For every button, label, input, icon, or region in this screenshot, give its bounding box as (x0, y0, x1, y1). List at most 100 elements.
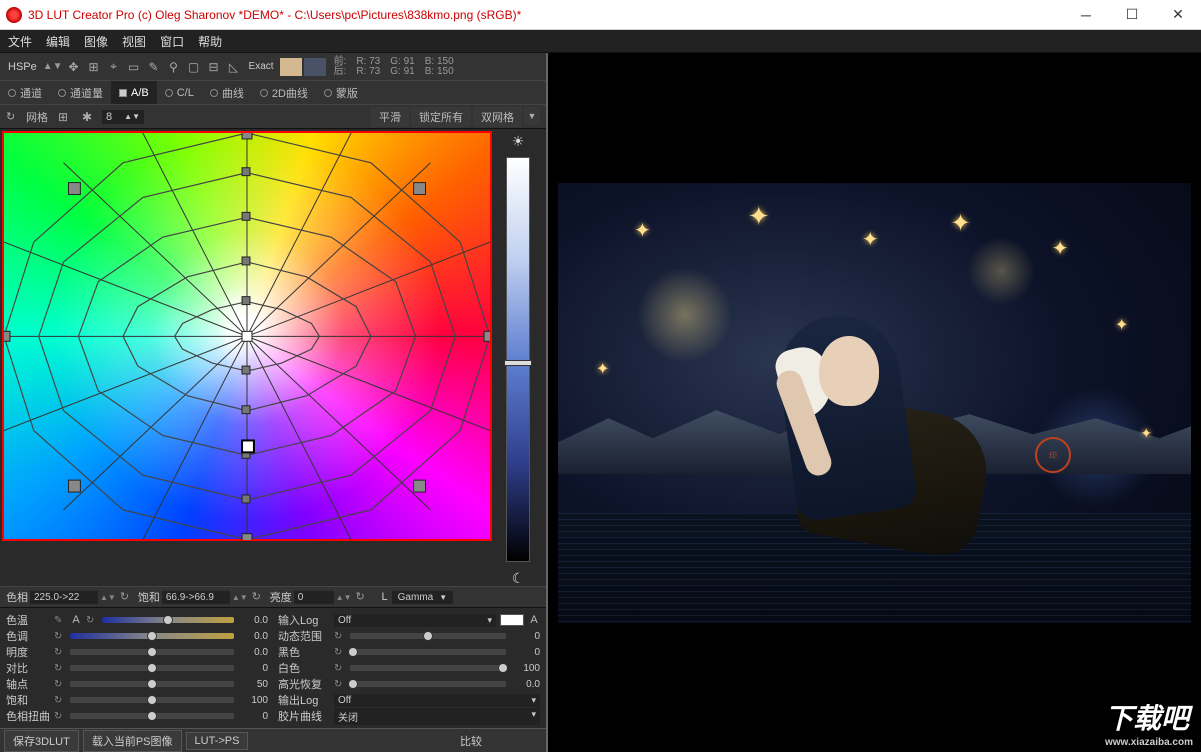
slider-label: 饱和 (6, 692, 50, 708)
status-row: 色相225.0->22▲▼ ↻ 饱和66.9->66.9▲▼ ↻ 亮度0▲▼ ↻… (0, 586, 546, 608)
slider-track[interactable] (70, 649, 234, 655)
grid-tool-icon[interactable]: ⊞ (85, 58, 103, 76)
eyedropper-icon[interactable]: ✎ (54, 615, 66, 626)
slider-row: 黑色↻0 (278, 644, 540, 660)
tab-curves[interactable]: 曲线 (202, 81, 252, 104)
reset-icon[interactable]: ↻ (86, 615, 98, 626)
dualgrid-button[interactable]: 双网格 (473, 107, 522, 127)
eyedropper-icon[interactable]: ✎ (145, 58, 163, 76)
grid-options: ↻ 网格 ⊞ ✱ 8▲▼ 平滑 锁定所有 双网格 ▼ (0, 105, 546, 129)
gamma-dropdown[interactable]: Gamma▼ (392, 591, 453, 604)
slider-dropdown[interactable]: Off▾ (334, 614, 496, 627)
exact-label[interactable]: Exact (245, 60, 278, 73)
hue-value[interactable]: 225.0->22 (30, 591, 98, 604)
reset-icon[interactable]: ↻ (54, 679, 66, 690)
load-ps-button[interactable]: 载入当前PS图像 (83, 730, 182, 752)
menu-help[interactable]: 帮助 (198, 33, 222, 50)
swatch-before[interactable] (280, 58, 302, 76)
tab-bar: 通道 通道量 A/B C/L 曲线 2D曲线 蒙版 (0, 81, 546, 105)
reset-icon[interactable]: ↻ (334, 647, 346, 658)
lockall-button[interactable]: 锁定所有 (411, 107, 471, 127)
reset-lum-icon[interactable]: ↻ (356, 590, 370, 604)
maximize-button[interactable]: ☐ (1109, 0, 1155, 30)
slider-dropdown[interactable]: 关闭▾ (334, 708, 540, 725)
slider-value: 0.0 (238, 615, 268, 626)
zoom-icon[interactable]: ⚲ (165, 58, 183, 76)
compare-label[interactable]: 比较 (460, 733, 482, 749)
moon-icon[interactable]: ☾ (510, 570, 526, 586)
reset-hue-icon[interactable]: ↻ (120, 590, 134, 604)
slider-value: 0.0 (238, 631, 268, 642)
color-swatch[interactable] (500, 614, 524, 626)
slider-track[interactable] (70, 633, 234, 639)
grid2-tool-icon[interactable]: ⊟ (205, 58, 223, 76)
slider-value: 0.0 (510, 679, 540, 690)
sun-icon[interactable]: ☀ (510, 133, 526, 149)
slider-track[interactable] (70, 713, 234, 719)
close-button[interactable]: ✕ (1155, 0, 1201, 30)
tab-cl[interactable]: C/L (157, 81, 202, 104)
menu-edit[interactable]: 编辑 (46, 33, 70, 50)
slider-track[interactable] (350, 665, 506, 671)
slider-label: 轴点 (6, 676, 50, 692)
menu-view[interactable]: 视图 (122, 33, 146, 50)
swatch-after[interactable] (304, 58, 326, 76)
warp-tool-icon[interactable]: ⌖ (105, 58, 123, 76)
menu-file[interactable]: 文件 (8, 33, 32, 50)
reset-icon[interactable]: ↻ (334, 663, 346, 674)
reset-icon[interactable]: ↻ (334, 631, 346, 642)
mode-spinner[interactable]: ▲▼ (43, 61, 63, 72)
slider-dropdown[interactable]: Off▾ (334, 694, 540, 707)
minimize-button[interactable]: ─ (1063, 0, 1109, 30)
reset-icon[interactable]: ↻ (54, 647, 66, 658)
image-preview[interactable]: ✦ ✦ ✦ ✦ ✦ ✦ ✦ ✦ 印 (558, 183, 1191, 623)
menu-bar: 文件 编辑 图像 视图 窗口 帮助 (0, 30, 1201, 53)
slider-track[interactable] (350, 649, 506, 655)
slider-label: 白色 (278, 660, 330, 676)
color-mode[interactable]: HSPe (4, 59, 41, 75)
grid-label: 网格 (26, 109, 48, 125)
radial-icon[interactable]: ✱ (78, 108, 96, 126)
color-grid[interactable] (2, 131, 492, 541)
slider-track[interactable] (350, 633, 506, 639)
reset-sat-icon[interactable]: ↻ (252, 590, 266, 604)
slider-track[interactable] (70, 681, 234, 687)
slider-track[interactable] (70, 665, 234, 671)
titlebar: 3D LUT Creator Pro (c) Oleg Sharonov *DE… (0, 0, 1201, 30)
menu-window[interactable]: 窗口 (160, 33, 184, 50)
sat-value[interactable]: 66.9->66.9 (162, 591, 230, 604)
tab-channel-amount[interactable]: 通道量 (50, 81, 111, 104)
tab-mask[interactable]: 蒙版 (316, 81, 366, 104)
reset-icon[interactable]: ↻ (54, 631, 66, 642)
slider-label: 动态范围 (278, 628, 330, 644)
triangle-tool-icon[interactable]: ◺ (225, 58, 243, 76)
save-lut-button[interactable]: 保存3DLUT (4, 730, 79, 752)
slider-track[interactable] (70, 697, 234, 703)
reset-icon[interactable]: ↻ (54, 695, 66, 706)
luminance-slider[interactable] (506, 157, 530, 562)
move-tool-icon[interactable]: ✥ (65, 58, 83, 76)
slider-track[interactable] (102, 617, 234, 623)
auto-letter[interactable]: A (70, 614, 82, 626)
smooth-button[interactable]: 平滑 (371, 107, 409, 127)
slider-track[interactable] (350, 681, 506, 687)
lut-to-ps-button[interactable]: LUT->PS (186, 732, 249, 750)
reset-icon[interactable]: ↻ (334, 679, 346, 690)
reset-icon[interactable]: ↻ (6, 110, 20, 124)
tab-curves-2d[interactable]: 2D曲线 (252, 81, 316, 104)
menu-image[interactable]: 图像 (84, 33, 108, 50)
reset-icon[interactable]: ↻ (54, 663, 66, 674)
tab-ab[interactable]: A/B (111, 81, 157, 104)
rect-tool-icon[interactable]: ▢ (185, 58, 203, 76)
auto-letter[interactable]: A (528, 614, 540, 626)
reset-icon[interactable]: ↻ (54, 711, 66, 722)
grid-icon[interactable]: ⊞ (54, 108, 72, 126)
slider-label: 对比 (6, 660, 50, 676)
slider-label: 黑色 (278, 644, 330, 660)
dropdown-icon[interactable]: ▼ (524, 107, 540, 125)
grid-size[interactable]: 8▲▼ (102, 110, 144, 124)
lum-value[interactable]: 0 (294, 591, 334, 604)
select-tool-icon[interactable]: ▭ (125, 58, 143, 76)
slider-value: 0 (238, 663, 268, 674)
tab-channel[interactable]: 通道 (0, 81, 50, 104)
